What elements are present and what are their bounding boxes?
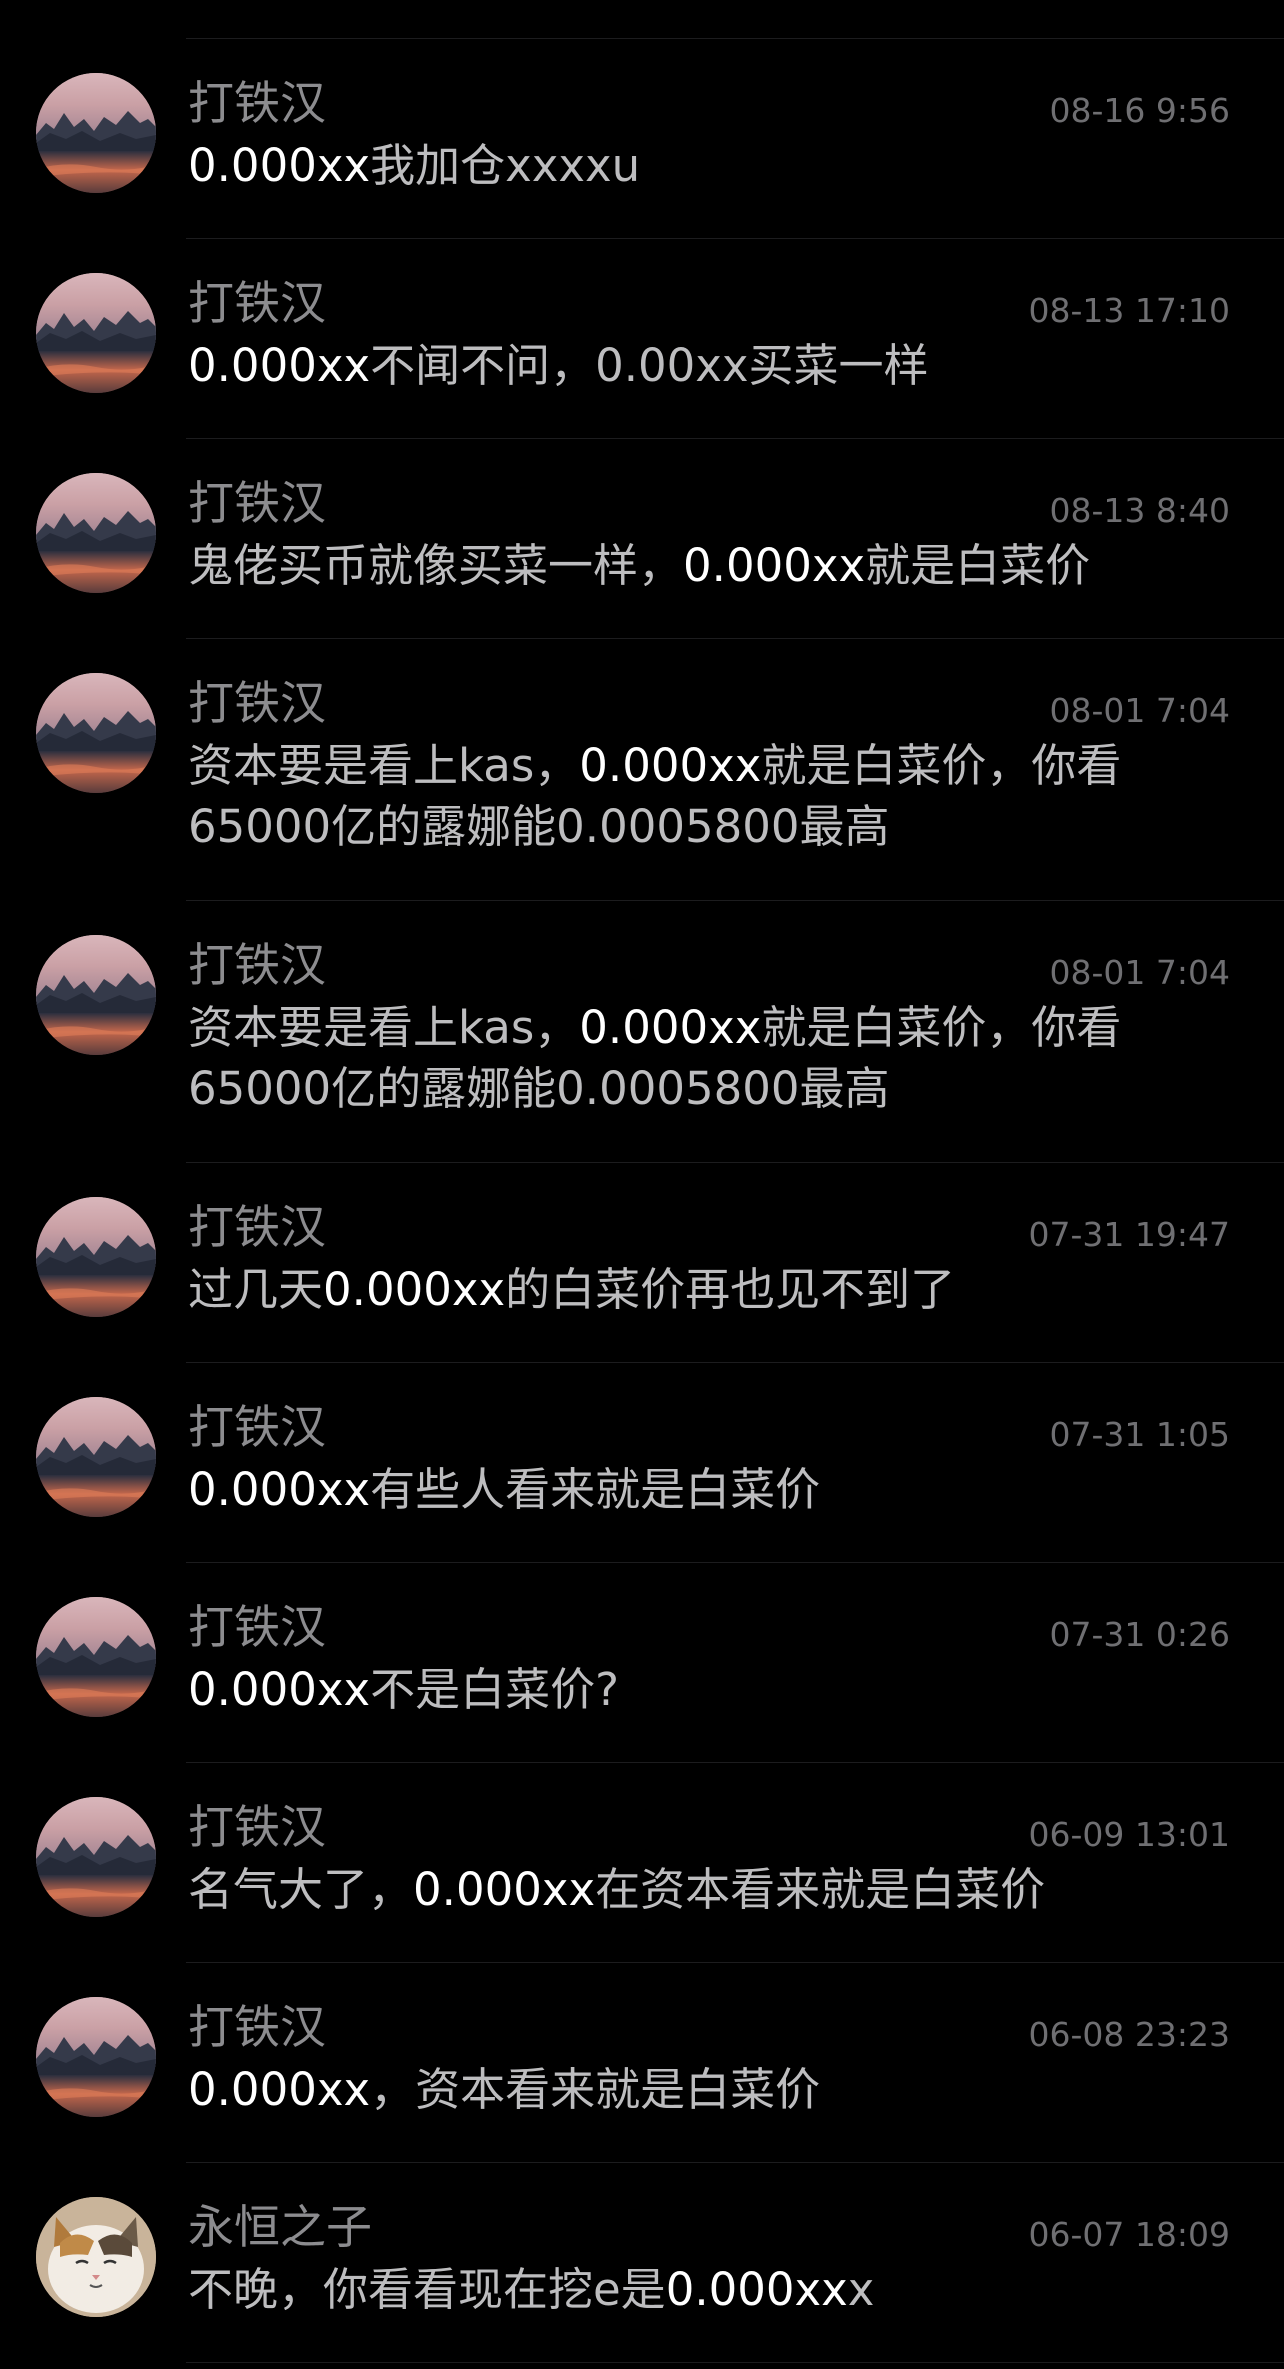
highlight-keyword: 0.000xx xyxy=(188,139,371,192)
sender-name: 打铁汉 xyxy=(188,2000,326,2054)
highlight-keyword: 0.000xx xyxy=(413,1863,596,1916)
message-preview: 鬼佬买币就像买菜一样，0.000xx就是白菜价 xyxy=(188,535,1238,596)
preview-text: 过几天 xyxy=(188,1263,324,1316)
preview-text: 在资本看来就是白菜价 xyxy=(595,1863,1046,1916)
message-preview: 0.000xx我加仓xxxxu xyxy=(188,135,1238,196)
highlight-keyword: 0.000xx xyxy=(579,1001,762,1054)
row-divider xyxy=(186,2362,1284,2363)
landscape-avatar[interactable] xyxy=(36,273,156,393)
conversation-row[interactable]: 打铁汉 08-16 9:56 0.000xx我加仓xxxxu xyxy=(0,39,1284,239)
message-time: 08-01 7:04 xyxy=(1049,691,1231,730)
sender-name: 打铁汉 xyxy=(188,276,326,330)
conversation-row[interactable]: 打铁汉 06-08 23:23 0.000xx，资本看来就是白菜价 xyxy=(0,1963,1284,2163)
preview-text: 就是白菜价 xyxy=(865,539,1091,592)
message-preview: 名气大了，0.000xx在资本看来就是白菜价 xyxy=(188,1859,1238,1920)
preview-text: 不晚，你看看现在挖e是 xyxy=(188,2263,666,2316)
preview-text: x xyxy=(847,2263,875,2316)
message-preview: 0.000xx不闻不问，0.00xx买菜一样 xyxy=(188,335,1238,396)
landscape-avatar[interactable] xyxy=(36,1397,156,1517)
message-time: 07-31 1:05 xyxy=(1049,1415,1231,1454)
message-preview: 资本要是看上kas，0.000xx就是白菜价，你看65000亿的露娜能0.000… xyxy=(188,735,1238,857)
sender-name: 打铁汉 xyxy=(188,1800,326,1854)
highlight-keyword: 0.000xx xyxy=(188,1663,371,1716)
sender-name: 打铁汉 xyxy=(188,476,326,530)
landscape-avatar[interactable] xyxy=(36,1997,156,2117)
sender-name: 打铁汉 xyxy=(188,676,326,730)
conversation-row[interactable]: 打铁汉 06-09 13:01 名气大了，0.000xx在资本看来就是白菜价 xyxy=(0,1763,1284,1963)
highlight-keyword: 0.000xx xyxy=(683,539,866,592)
preview-text: 我加仓xxxxu xyxy=(370,139,641,192)
preview-text: ，资本看来就是白菜价 xyxy=(370,2063,821,2116)
message-time: 06-09 13:01 xyxy=(1028,1815,1230,1854)
preview-text: 的白菜价再也见不到了 xyxy=(505,1263,956,1316)
sender-name: 打铁汉 xyxy=(188,1600,326,1654)
conversation-row[interactable]: 永恒之子 06-07 18:09 不晚，你看看现在挖e是0.000xxx xyxy=(0,2163,1284,2363)
conversation-row[interactable]: 打铁汉 07-31 1:05 0.000xx有些人看来就是白菜价 xyxy=(0,1363,1284,1563)
message-time: 07-31 19:47 xyxy=(1028,1215,1230,1254)
highlight-keyword: 0.000xx xyxy=(188,1463,371,1516)
highlight-keyword: 0.000xx xyxy=(188,339,371,392)
highlight-keyword: 0.000xx xyxy=(579,739,762,792)
preview-text: 资本要是看上kas， xyxy=(188,739,580,792)
message-time: 08-01 7:04 xyxy=(1049,953,1231,992)
message-time: 08-13 17:10 xyxy=(1028,291,1230,330)
sender-name: 打铁汉 xyxy=(188,76,326,130)
highlight-keyword: 0.000xx xyxy=(323,1263,506,1316)
conversation-row[interactable]: 打铁汉 07-31 0:26 0.000xx不是白菜价? xyxy=(0,1563,1284,1763)
preview-text: 不闻不问，0.00xx买菜一样 xyxy=(370,339,929,392)
conversation-row[interactable]: 打铁汉 08-13 8:40 鬼佬买币就像买菜一样，0.000xx就是白菜价 xyxy=(0,439,1284,639)
preview-text: 不是白菜价? xyxy=(370,1663,619,1716)
landscape-avatar[interactable] xyxy=(36,673,156,793)
sender-name: 打铁汉 xyxy=(188,938,326,992)
message-preview: 过几天0.000xx的白菜价再也见不到了 xyxy=(188,1259,1238,1320)
conversation-row[interactable]: 打铁汉 07-31 19:47 过几天0.000xx的白菜价再也见不到了 xyxy=(0,1163,1284,1363)
preview-text: 有些人看来就是白菜价 xyxy=(370,1463,821,1516)
landscape-avatar[interactable] xyxy=(36,935,156,1055)
sender-name: 打铁汉 xyxy=(188,1400,326,1454)
landscape-avatar[interactable] xyxy=(36,473,156,593)
preview-text: 名气大了， xyxy=(188,1863,414,1916)
conversation-row[interactable]: 打铁汉 08-01 7:04 资本要是看上kas，0.000xx就是白菜价，你看65… xyxy=(0,639,1284,901)
message-preview: 0.000xx不是白菜价? xyxy=(188,1659,1238,1720)
landscape-avatar[interactable] xyxy=(36,1197,156,1317)
conversation-row[interactable]: 打铁汉 08-13 17:10 0.000xx不闻不问，0.00xx买菜一样 xyxy=(0,239,1284,439)
message-time: 06-08 23:23 xyxy=(1028,2015,1230,2054)
message-preview: 不晚，你看看现在挖e是0.000xxx xyxy=(188,2259,1238,2320)
landscape-avatar[interactable] xyxy=(36,1597,156,1717)
message-preview: 资本要是看上kas，0.000xx就是白菜价，你看65000亿的露娜能0.000… xyxy=(188,997,1238,1119)
sender-name: 打铁汉 xyxy=(188,1200,326,1254)
preview-text: 资本要是看上kas， xyxy=(188,1001,580,1054)
message-preview: 0.000xx，资本看来就是白菜价 xyxy=(188,2059,1238,2120)
message-time: 07-31 0:26 xyxy=(1049,1615,1231,1654)
landscape-avatar[interactable] xyxy=(36,73,156,193)
message-time: 08-16 9:56 xyxy=(1049,91,1231,130)
preview-text: 鬼佬买币就像买菜一样， xyxy=(188,539,684,592)
message-time: 08-13 8:40 xyxy=(1049,491,1231,530)
highlight-keyword: 0.000xx xyxy=(188,2063,371,2116)
cat-avatar[interactable] xyxy=(36,2197,156,2317)
message-list: 打铁汉 08-16 9:56 0.000xx我加仓xxxxu 打铁汉 08-13 17:… xyxy=(0,39,1284,2363)
message-time: 06-07 18:09 xyxy=(1028,2215,1230,2254)
highlight-keyword: 0.000xx xyxy=(665,2263,848,2316)
landscape-avatar[interactable] xyxy=(36,1797,156,1917)
sender-name: 永恒之子 xyxy=(188,2200,372,2254)
conversation-row[interactable]: 打铁汉 08-01 7:04 资本要是看上kas，0.000xx就是白菜价，你看65… xyxy=(0,901,1284,1163)
message-preview: 0.000xx有些人看来就是白菜价 xyxy=(188,1459,1238,1520)
